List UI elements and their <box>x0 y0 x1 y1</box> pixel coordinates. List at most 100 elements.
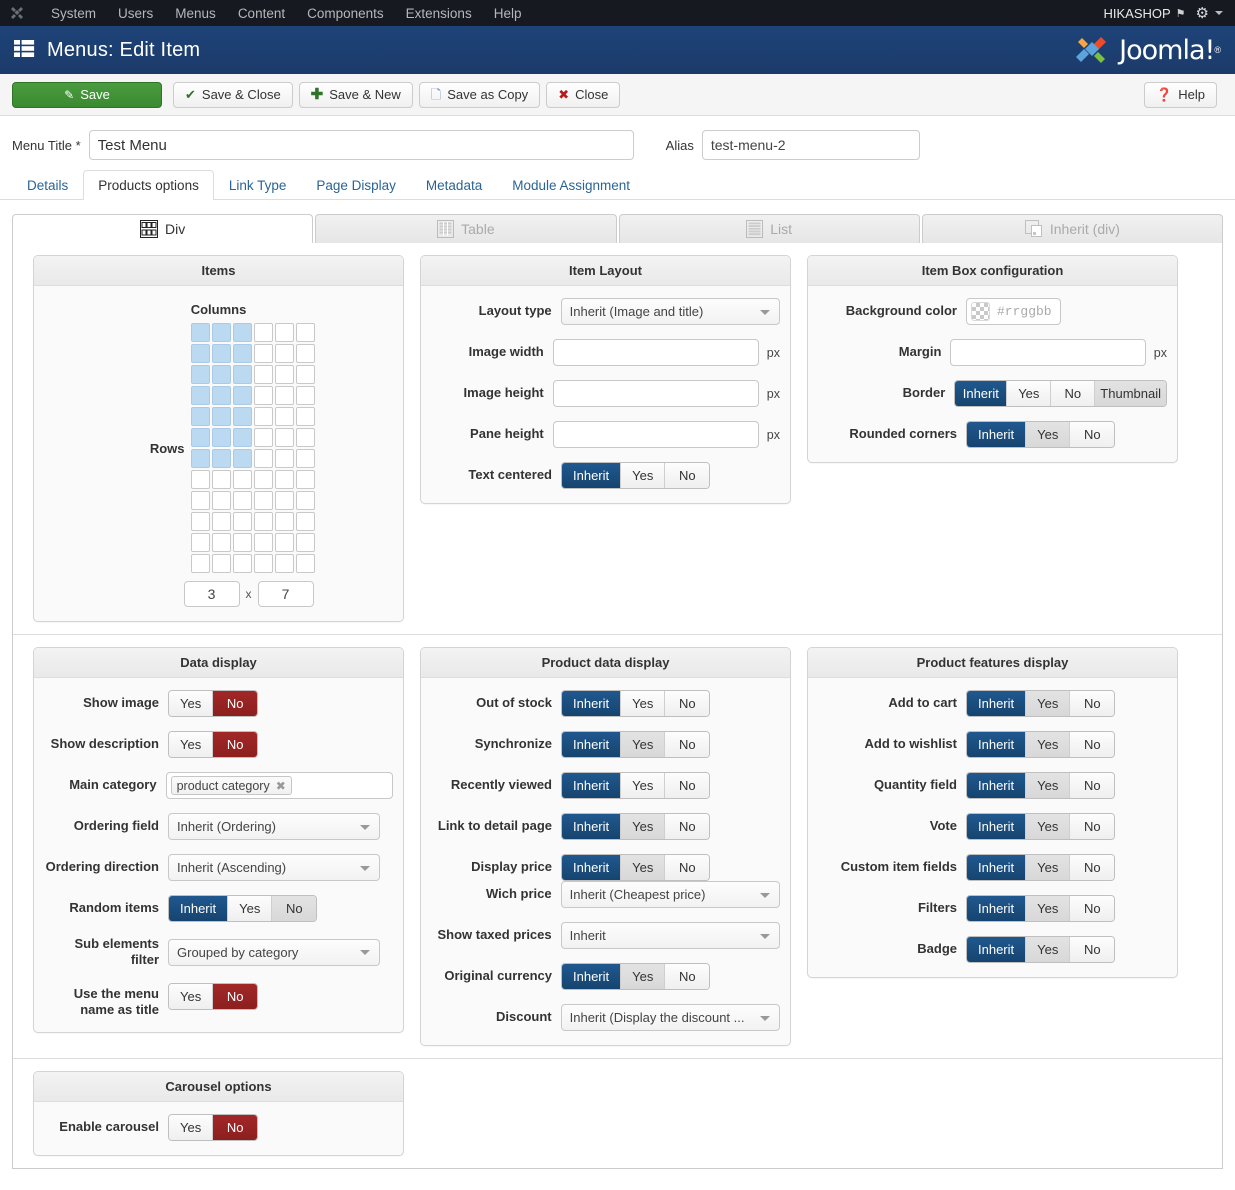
grid-cell[interactable] <box>295 407 315 426</box>
grid-cell[interactable] <box>253 386 273 405</box>
product-data-option-yes[interactable]: Yes <box>621 691 666 716</box>
grid-cell[interactable] <box>232 386 252 405</box>
product-feature-option-yes[interactable]: Yes <box>1026 896 1071 921</box>
margin-input[interactable] <box>950 339 1146 366</box>
show-taxed-prices-select[interactable]: Inherit <box>560 922 780 949</box>
enable-carousel-option-yes[interactable]: Yes <box>169 1115 214 1140</box>
grid-cell[interactable] <box>274 365 294 384</box>
grid-cell[interactable] <box>232 365 252 384</box>
tab-details[interactable]: Details <box>12 170 83 200</box>
grid-cells[interactable] <box>190 323 315 573</box>
product-data-toggle[interactable]: Inherit Yes No <box>561 854 711 881</box>
layout-tab-div[interactable]: Div <box>12 214 314 243</box>
text-centered-toggle[interactable]: Inherit Yes No <box>561 462 711 489</box>
grid-cell[interactable] <box>295 323 315 342</box>
product-data-option-yes[interactable]: Yes <box>621 773 666 798</box>
grid-cell[interactable] <box>232 512 252 531</box>
product-feature-option-inherit[interactable]: Inherit <box>967 814 1027 839</box>
menu-name-title-option-no[interactable]: No <box>213 983 258 1009</box>
grid-cell[interactable] <box>211 386 231 405</box>
chevron-down-icon[interactable] <box>1215 11 1223 15</box>
product-data-toggle[interactable]: Inherit Yes No <box>561 731 711 758</box>
border-option-yes[interactable]: Yes <box>1007 381 1052 406</box>
tab-link-type[interactable]: Link Type <box>214 170 302 200</box>
image-height-input[interactable] <box>552 380 759 407</box>
alias-input[interactable] <box>701 130 920 160</box>
product-feature-option-no[interactable]: No <box>1070 814 1115 839</box>
grid-cell[interactable] <box>253 554 273 573</box>
grid-cell[interactable] <box>190 407 210 426</box>
product-feature-option-inherit[interactable]: Inherit <box>967 773 1027 798</box>
rows-count-input[interactable] <box>257 581 314 607</box>
product-data-toggle[interactable]: Inherit Yes No <box>561 690 711 717</box>
remove-tag-icon[interactable]: ✖ <box>276 779 286 793</box>
gear-icon[interactable]: ⚙ <box>1192 4 1213 22</box>
product-feature-option-yes[interactable]: Yes <box>1026 691 1071 716</box>
product-feature-toggle[interactable]: Inherit Yes No <box>966 895 1116 922</box>
grid-cell[interactable] <box>253 449 273 468</box>
grid-cell[interactable] <box>190 428 210 447</box>
menu-title-input[interactable] <box>88 130 634 160</box>
nav-item-menus[interactable]: Menus <box>164 6 227 21</box>
show-description-option-yes[interactable]: Yes <box>169 732 214 757</box>
grid-cell[interactable] <box>274 323 294 342</box>
enable-carousel-toggle[interactable]: Yes No <box>168 1114 259 1141</box>
border-option-thumbnail[interactable]: Thumbnail <box>1095 381 1166 406</box>
grid-cell[interactable] <box>274 449 294 468</box>
grid-cell[interactable] <box>211 323 231 342</box>
product-data-option-inherit[interactable]: Inherit <box>562 773 622 798</box>
grid-cell[interactable] <box>295 428 315 447</box>
grid-cell[interactable] <box>253 533 273 552</box>
close-button[interactable]: ✖ Close <box>546 81 621 108</box>
grid-cell[interactable] <box>211 512 231 531</box>
nav-item-help[interactable]: Help <box>483 6 533 21</box>
product-data-option-no[interactable]: No <box>665 855 710 880</box>
menu-name-title-option-yes[interactable]: Yes <box>169 983 214 1009</box>
grid-cell[interactable] <box>211 554 231 573</box>
product-feature-option-yes[interactable]: Yes <box>1026 814 1071 839</box>
grid-cell[interactable] <box>274 407 294 426</box>
grid-cell[interactable] <box>232 449 252 468</box>
product-feature-option-no[interactable]: No <box>1070 732 1115 757</box>
product-feature-option-yes[interactable]: Yes <box>1026 855 1071 880</box>
grid-cell[interactable] <box>274 554 294 573</box>
random-items-option-inherit[interactable]: Inherit <box>169 896 229 921</box>
grid-cell[interactable] <box>295 533 315 552</box>
product-feature-option-inherit[interactable]: Inherit <box>967 855 1027 880</box>
grid-cell[interactable] <box>295 386 315 405</box>
grid-cell[interactable] <box>232 533 252 552</box>
grid-cell[interactable] <box>232 491 252 510</box>
product-feature-option-inherit[interactable]: Inherit <box>967 691 1027 716</box>
grid-cell[interactable] <box>253 512 273 531</box>
show-image-option-yes[interactable]: Yes <box>169 691 214 716</box>
grid-cell[interactable] <box>211 491 231 510</box>
product-data-option-inherit[interactable]: Inherit <box>562 732 622 757</box>
ordering-field-select[interactable]: Inherit (Ordering) <box>168 813 380 840</box>
grid-cell[interactable] <box>274 533 294 552</box>
grid-cell[interactable] <box>253 407 273 426</box>
tab-page-display[interactable]: Page Display <box>301 170 411 200</box>
product-data-option-inherit[interactable]: Inherit <box>562 814 622 839</box>
nav-item-users[interactable]: Users <box>107 6 164 21</box>
product-feature-option-inherit[interactable]: Inherit <box>967 896 1027 921</box>
save-and-close-button[interactable]: ✔ Save & Close <box>173 81 293 108</box>
layout-tab-list[interactable]: List <box>618 214 920 243</box>
random-items-option-yes[interactable]: Yes <box>228 896 273 921</box>
grid-cell[interactable] <box>232 554 252 573</box>
joomla-brand-icon[interactable] <box>8 4 28 22</box>
grid-cell[interactable] <box>190 470 210 489</box>
border-option-no[interactable]: No <box>1051 381 1096 406</box>
grid-cell[interactable] <box>295 491 315 510</box>
product-feature-option-inherit[interactable]: Inherit <box>967 937 1027 962</box>
grid-cell[interactable] <box>253 470 273 489</box>
transparency-checker-swatch[interactable] <box>971 302 990 321</box>
original-currency-option-inherit[interactable]: Inherit <box>562 964 622 989</box>
grid-cell[interactable] <box>190 365 210 384</box>
tab-metadata[interactable]: Metadata <box>411 170 497 200</box>
product-feature-option-inherit[interactable]: Inherit <box>967 732 1027 757</box>
nav-item-components[interactable]: Components <box>296 6 395 21</box>
show-image-toggle[interactable]: Yes No <box>168 690 259 717</box>
discount-select[interactable]: Inherit (Display the discount ... <box>560 1004 780 1031</box>
grid-cell[interactable] <box>253 365 273 384</box>
text-centered-option-inherit[interactable]: Inherit <box>562 463 622 488</box>
